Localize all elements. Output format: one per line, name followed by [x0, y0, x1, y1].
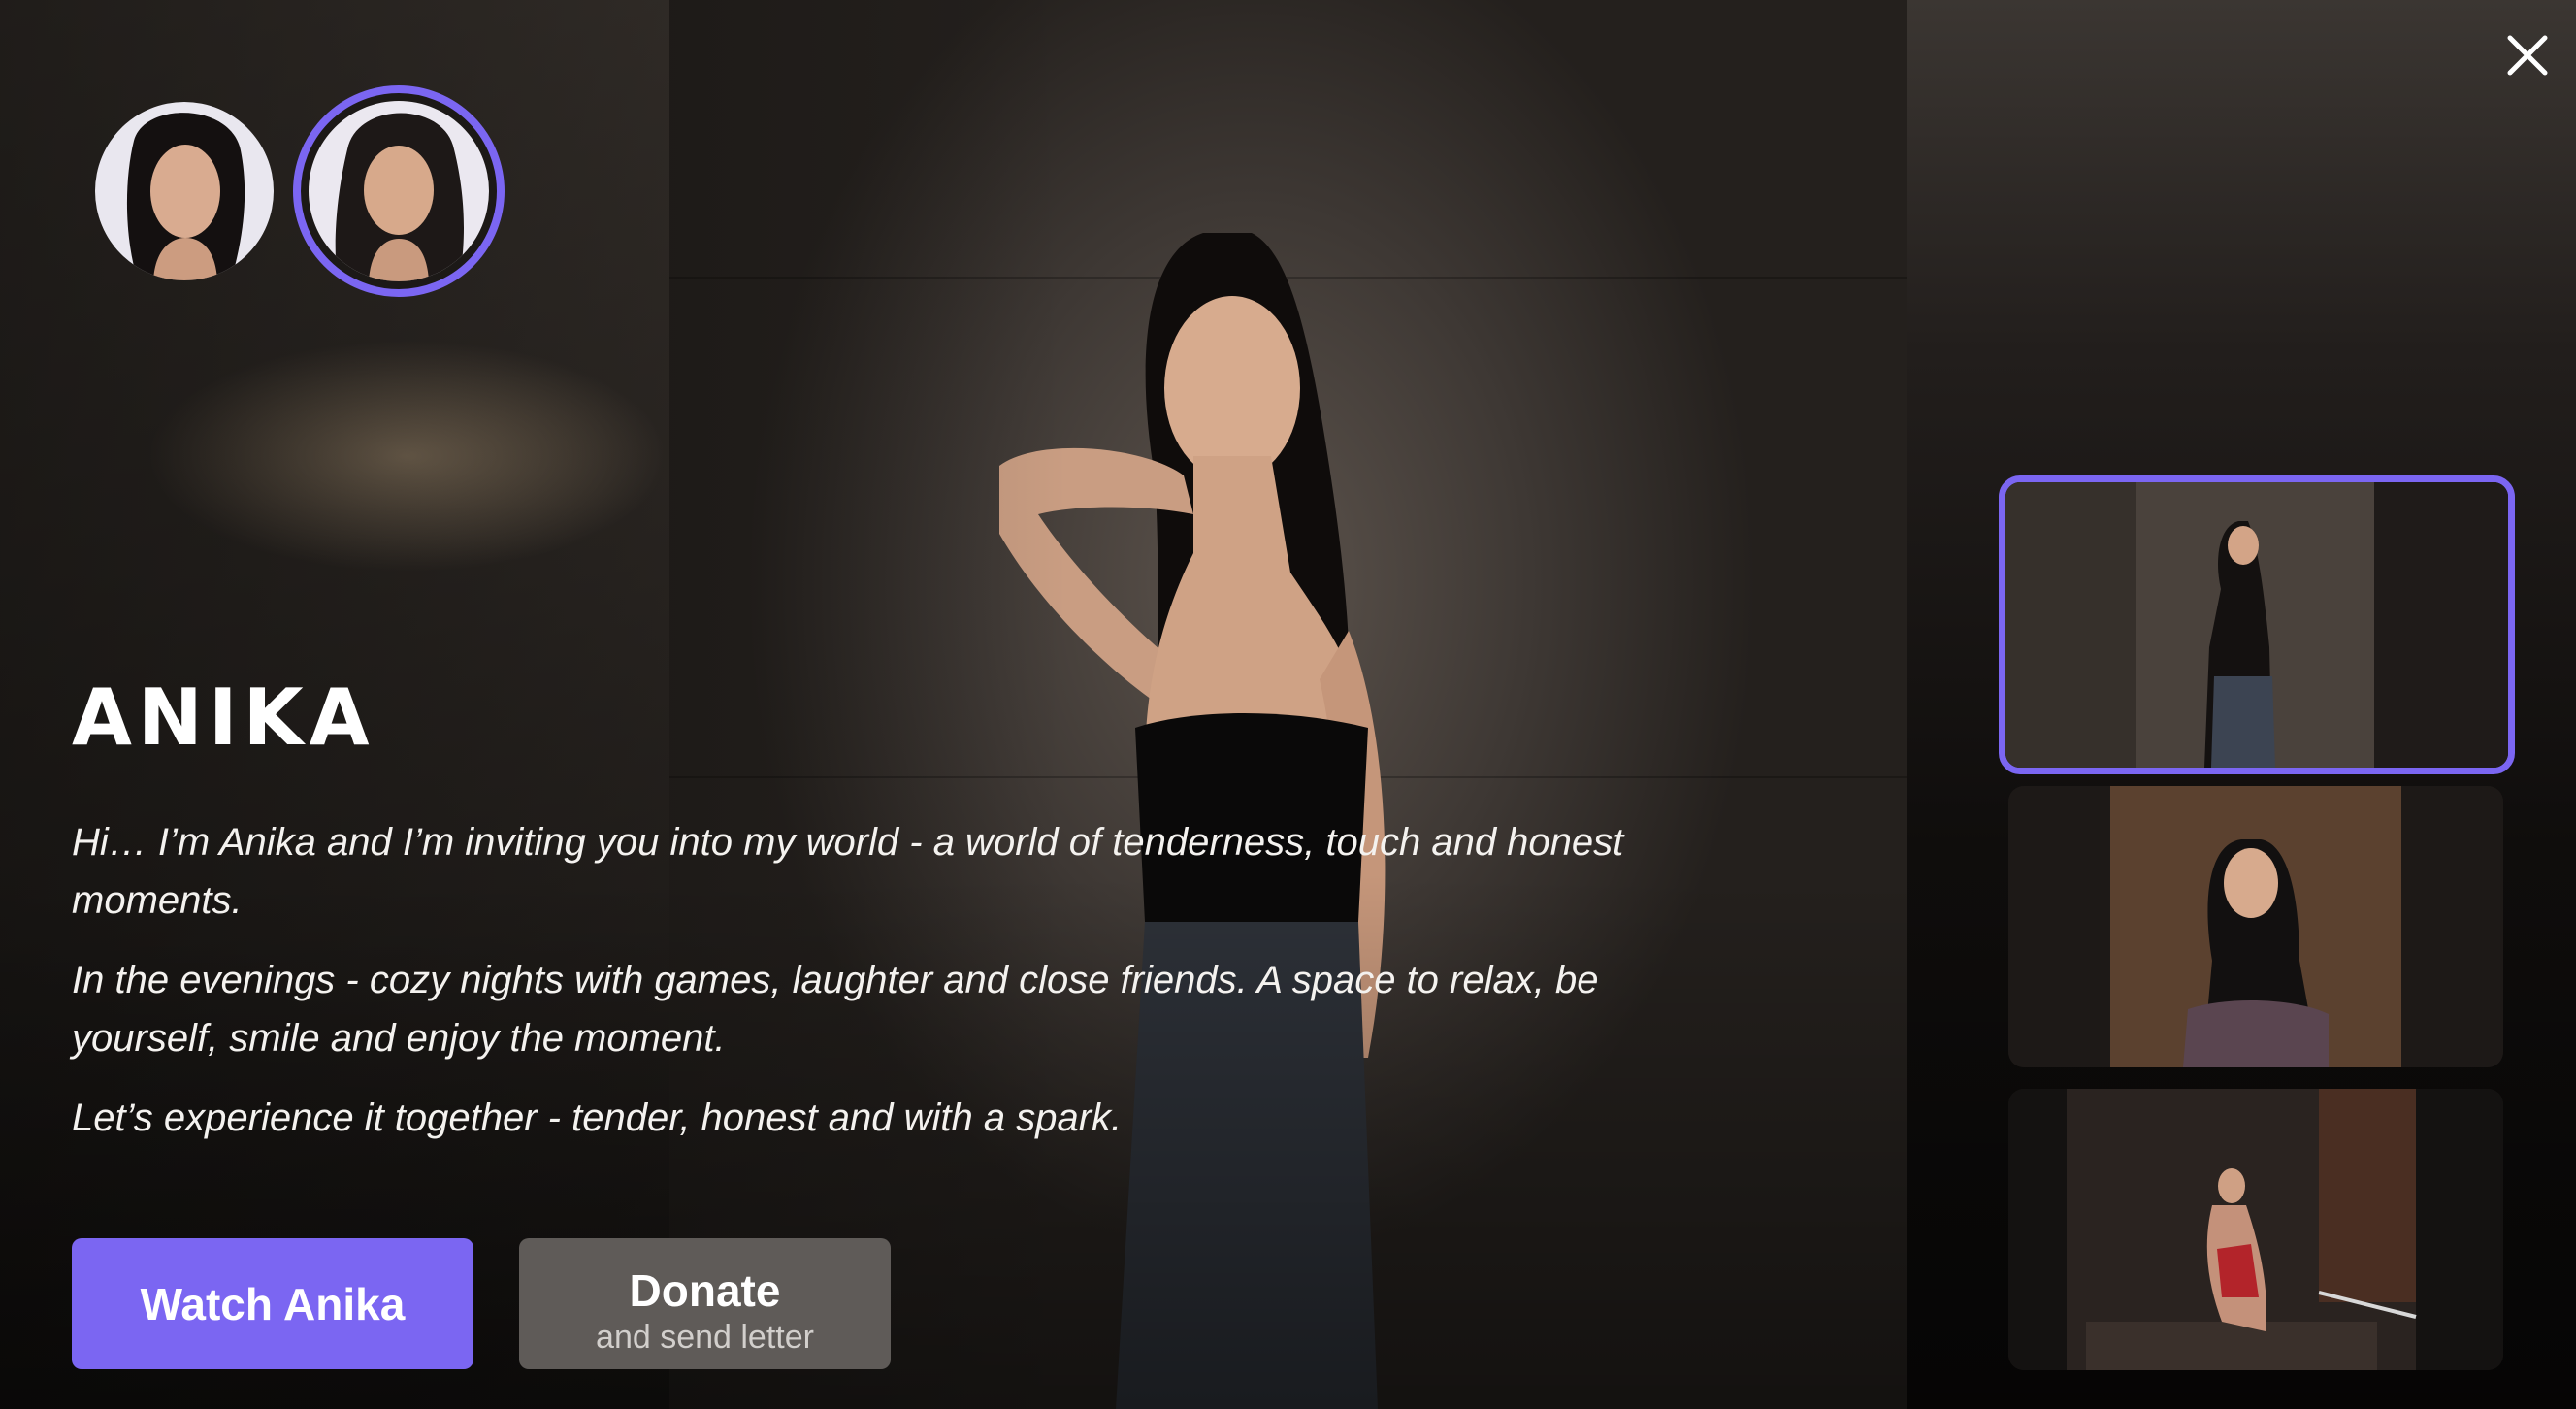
gallery-thumbnail-3[interactable] — [2008, 1089, 2503, 1370]
model-name: ANIKA — [72, 672, 375, 763]
bio-paragraph: In the evenings - cozy nights with games… — [72, 959, 1599, 1060]
avatar-photo-icon — [335, 113, 464, 281]
avatar-profile-1[interactable] — [95, 102, 274, 280]
photo-thumbnail-icon — [2005, 482, 2508, 768]
profile-modal: ANIKA Hi… I’m Anika and I’m inviting you… — [0, 0, 2576, 1409]
bio-paragraph: Hi… I’m Anika and I’m inviting you into … — [72, 821, 1624, 922]
close-button[interactable] — [2501, 29, 2554, 82]
gallery-thumbnail-1[interactable] — [1999, 475, 2515, 774]
model-bio: Hi… I’m Anika and I’m inviting you into … — [72, 813, 1741, 1168]
donate-button[interactable]: Donate and send letter — [519, 1238, 891, 1369]
close-icon — [2507, 35, 2548, 76]
donate-label: Donate — [629, 1264, 781, 1316]
photo-thumbnail-icon — [2008, 786, 2503, 1067]
profile-switcher — [95, 85, 505, 297]
photo-thumbnail-icon — [2008, 1089, 2503, 1370]
bio-paragraph: Let’s experience it together - tender, h… — [72, 1097, 1123, 1139]
avatar-profile-2[interactable] — [293, 85, 505, 297]
avatar-photo-icon — [126, 113, 245, 280]
gallery-thumbnail-2[interactable] — [2008, 786, 2503, 1067]
donate-sublabel: and send letter — [596, 1318, 814, 1356]
watch-button[interactable]: Watch Anika — [72, 1238, 473, 1369]
